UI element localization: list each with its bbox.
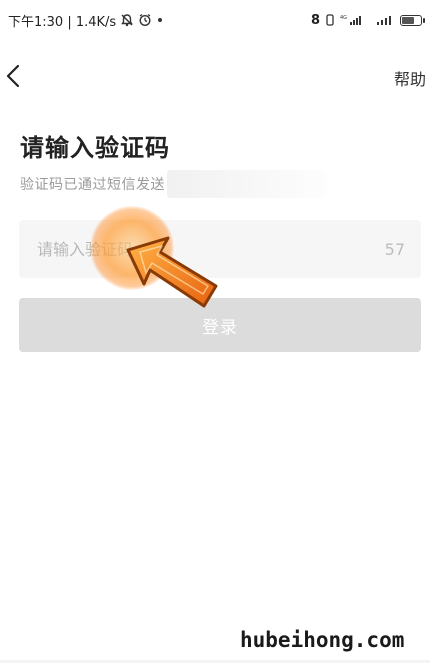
status-bar: 下午1:30 | 1.4K/s 8 4G (0, 0, 430, 40)
page-title: 请输入验证码 (20, 134, 170, 162)
masked-phone-number (167, 170, 327, 198)
alarm-clock-icon (138, 13, 152, 27)
status-number: 8 (310, 12, 320, 28)
verification-code-field[interactable]: 57 (19, 220, 421, 278)
battery-icon (400, 14, 425, 26)
chevron-left-icon (6, 64, 20, 88)
subtitle-row: 验证码已通过短信发送 (20, 170, 327, 198)
help-link[interactable]: 帮助 (394, 66, 426, 90)
vibrate-icon (326, 14, 334, 26)
signal-bars-icon (376, 14, 394, 26)
nav-bar: 帮助 (0, 52, 430, 102)
back-button[interactable] (0, 58, 26, 94)
watermark-text: hubeihong.com (240, 628, 405, 652)
login-button[interactable]: 登录 (19, 298, 421, 352)
signal-4g-icon: 4G (340, 14, 370, 26)
verification-code-input[interactable] (35, 238, 377, 260)
status-left: 下午1:30 | 1.4K/s (8, 11, 163, 30)
status-right: 8 4G (310, 12, 425, 28)
network-label: 4G (340, 15, 347, 21)
status-time-speed: 下午1:30 | 1.4K/s (8, 14, 117, 30)
resend-countdown: 57 (384, 239, 405, 259)
bell-muted-icon (120, 13, 134, 27)
notification-dot-icon (158, 18, 163, 22)
battery-fill (402, 16, 414, 24)
page-subtitle: 验证码已通过短信发送 (20, 177, 165, 193)
screen: 下午1:30 | 1.4K/s 8 4G 帮助 请输入验证码 验证码已通过短信发… (0, 0, 430, 663)
